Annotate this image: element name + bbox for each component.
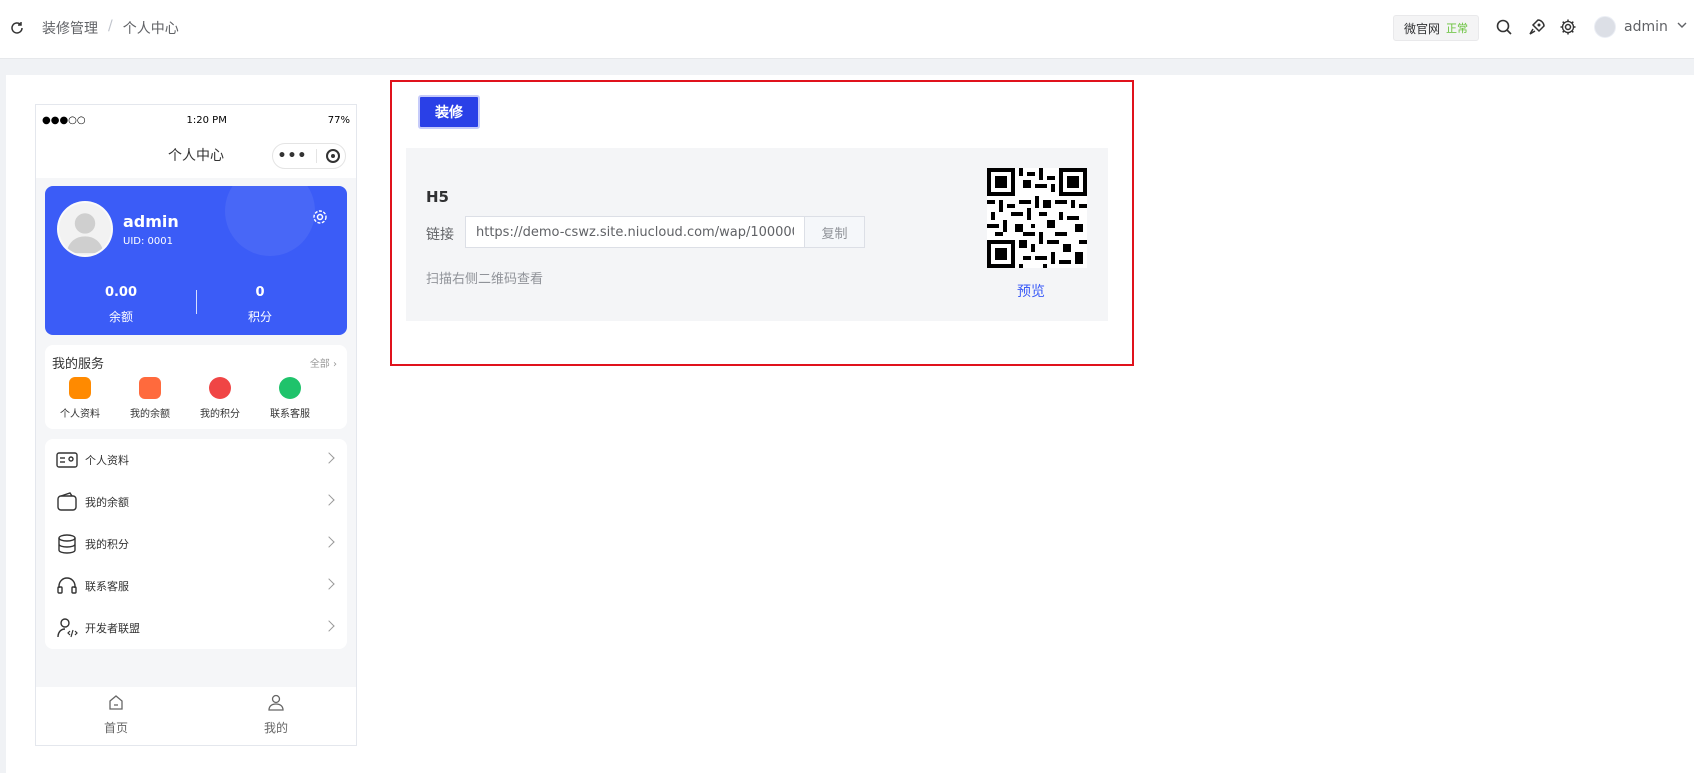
decorate-button[interactable]: 装修 <box>418 95 480 129</box>
services-title: 我的服务 <box>52 357 105 372</box>
phone-navbar: 个人中心 ••• <box>36 135 356 178</box>
phone-tabbar: 首页 我的 <box>36 687 356 745</box>
breadcrumb-item-current: 个人中心 <box>122 21 179 37</box>
carrier-signal: ●●●○○ <box>42 114 86 126</box>
chat-icon <box>279 377 301 399</box>
service-balance[interactable]: 我的余额 <box>115 377 185 420</box>
service-support[interactable]: 联系客服 <box>255 377 325 420</box>
menu-item-label: 个人资料 <box>85 454 129 467</box>
tab-mine[interactable]: 我的 <box>196 687 356 745</box>
qr-code <box>987 168 1087 268</box>
menu-item-developer[interactable]: 开发者联盟 <box>45 607 347 649</box>
rocket-icon[interactable] <box>1528 18 1546 36</box>
menu-item-profile[interactable]: 个人资料 <box>45 439 347 481</box>
service-label: 联系客服 <box>270 409 310 420</box>
site-status-chip[interactable]: 微官网 正常 <box>1393 15 1480 41</box>
chevron-right-icon <box>323 494 335 506</box>
close-target-icon[interactable] <box>326 149 341 163</box>
id-card-icon <box>56 452 78 468</box>
avatar <box>1594 16 1616 38</box>
copy-button[interactable]: 复制 <box>805 216 865 248</box>
home-icon <box>109 695 123 710</box>
chevron-right-icon <box>323 620 335 632</box>
developer-icon <box>57 618 78 638</box>
points-value: 0 <box>255 285 265 300</box>
settings-icon[interactable] <box>311 208 329 226</box>
battery-level: 77% <box>327 114 350 126</box>
profile-avatar[interactable] <box>57 201 113 257</box>
site-chip-label: 微官网 <box>1404 21 1441 36</box>
points-label: 积分 <box>247 310 272 324</box>
refresh-icon[interactable] <box>9 20 25 36</box>
balance-label: 余额 <box>108 310 133 324</box>
menu-list: 个人资料 我的余额 我的积分 联系客服 开发者联盟 <box>45 439 347 649</box>
service-label: 个人资料 <box>60 409 100 420</box>
profile-name: admin <box>123 212 179 231</box>
menu-item-support[interactable]: 联系客服 <box>45 565 347 607</box>
profile-card: admin UID: 0001 0.00 余额 0 积分 <box>45 186 347 335</box>
mini-program-capsule[interactable]: ••• <box>272 143 346 169</box>
capsule-divider <box>316 149 318 163</box>
tab-home[interactable]: 首页 <box>36 687 196 745</box>
chevron-right-icon <box>323 578 335 590</box>
services-all-label: 全部 <box>309 359 330 370</box>
tab-label: 首页 <box>103 721 128 735</box>
scan-hint: 扫描右侧二维码查看 <box>426 272 544 287</box>
menu-item-label: 开发者联盟 <box>85 622 140 635</box>
service-label: 我的积分 <box>200 409 240 420</box>
menu-item-balance[interactable]: 我的余额 <box>45 481 347 523</box>
url-input[interactable] <box>465 216 805 248</box>
more-icon[interactable]: ••• <box>278 149 308 163</box>
phone-preview: ●●●○○ 1:20 PM 77% 个人中心 ••• admin UID: 00… <box>35 104 357 746</box>
user-name: admin <box>1624 19 1668 35</box>
headset-icon <box>57 577 77 594</box>
wallet-icon <box>57 492 77 511</box>
user-icon <box>268 694 284 711</box>
profile-card-icon <box>69 377 91 399</box>
service-points[interactable]: 我的积分 <box>185 377 255 420</box>
menu-item-label: 联系客服 <box>85 580 129 593</box>
service-label: 我的余额 <box>130 409 170 420</box>
preview-link[interactable]: 预览 <box>1017 281 1045 301</box>
menu-item-label: 我的积分 <box>85 538 129 551</box>
stat-divider <box>196 290 197 314</box>
search-icon[interactable] <box>1495 18 1513 36</box>
chevron-down-icon <box>1676 19 1688 35</box>
menu-item-points[interactable]: 我的积分 <box>45 523 347 565</box>
chevron-right-icon <box>323 536 335 548</box>
link-label: 链接 <box>426 227 454 243</box>
breadcrumb-item-decorate[interactable]: 装修管理 <box>42 18 98 38</box>
breadcrumb: 装修管理 / 个人中心 <box>42 18 179 38</box>
gear-icon[interactable] <box>1559 18 1577 36</box>
services-card: 我的服务 全部 › 个人资料 我的余额 我的积分 联系客服 <box>45 345 347 429</box>
coins-icon <box>58 534 76 554</box>
status-time: 1:20 PM <box>186 114 227 126</box>
h5-title: H5 <box>426 188 449 206</box>
profile-uid: UID: 0001 <box>123 236 173 247</box>
tab-label: 我的 <box>263 721 288 735</box>
points-stat[interactable]: 0 积分 <box>210 285 310 325</box>
site-chip-status: 正常 <box>1446 22 1469 35</box>
decorate-panel: 装修 H5 链接 复制 扫描右侧二维码查看 预览 <box>390 80 1134 366</box>
coins-icon <box>209 377 231 399</box>
user-menu[interactable]: admin <box>1594 16 1688 38</box>
top-header: 装修管理 / 个人中心 微官网 正常 admin <box>0 0 1694 59</box>
decorative-circle <box>225 186 315 256</box>
chevron-right-icon <box>323 452 335 464</box>
service-profile[interactable]: 个人资料 <box>45 377 115 420</box>
breadcrumb-separator: / <box>108 18 113 34</box>
phone-status-bar: ●●●○○ 1:20 PM 77% <box>36 105 356 135</box>
h5-info-box: H5 链接 复制 扫描右侧二维码查看 预览 <box>406 148 1108 321</box>
balance-stat[interactable]: 0.00 余额 <box>71 285 171 325</box>
balance-value: 0.00 <box>104 285 138 300</box>
wallet-icon <box>139 377 161 399</box>
menu-item-label: 我的余额 <box>85 496 129 509</box>
services-all-link[interactable]: 全部 › <box>310 355 337 370</box>
phone-nav-title: 个人中心 <box>168 148 224 164</box>
